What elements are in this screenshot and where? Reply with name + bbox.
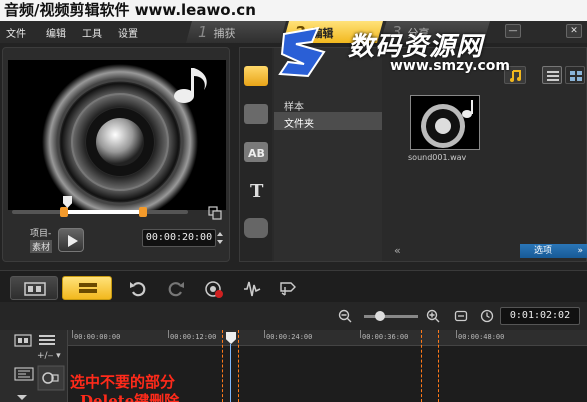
ruler-label: 00:00:48:00 bbox=[458, 333, 505, 341]
annotation-text-line2: Delete键删除 bbox=[80, 392, 180, 402]
zoom-slider[interactable] bbox=[364, 315, 418, 318]
fit-to-window-icon[interactable] bbox=[454, 309, 468, 323]
ruler-tick bbox=[360, 330, 361, 338]
audio-mixer-icon[interactable] bbox=[242, 279, 262, 299]
ruler-tick bbox=[456, 330, 457, 338]
media-thumbnail[interactable] bbox=[410, 95, 480, 150]
close-button[interactable]: ✕ bbox=[566, 24, 582, 38]
title-ab-icon[interactable]: AB bbox=[244, 142, 268, 162]
transition-icon[interactable] bbox=[244, 104, 268, 124]
timeline-view-button[interactable] bbox=[62, 276, 112, 300]
watermark-logo bbox=[278, 26, 326, 78]
timeline-ruler[interactable] bbox=[68, 330, 587, 346]
media-folder-icon[interactable] bbox=[244, 66, 268, 86]
play-icon bbox=[68, 235, 78, 247]
filter-icon[interactable] bbox=[244, 218, 268, 238]
options-expand-icon: » bbox=[577, 246, 583, 256]
title-text: 音频/视频剪辑软件 www.leawo.cn bbox=[4, 1, 256, 19]
folder-item-folder[interactable]: 文件夹 bbox=[274, 112, 382, 130]
trim-selected-range bbox=[64, 210, 142, 214]
menu-file[interactable]: 文件 bbox=[6, 25, 26, 40]
zoom-out-icon[interactable] bbox=[338, 309, 352, 323]
playhead-line bbox=[230, 344, 231, 402]
mode-project-label[interactable]: 项目- bbox=[30, 226, 51, 239]
folder-item-samples[interactable]: 样本 bbox=[284, 98, 304, 113]
text-t-icon[interactable]: T bbox=[244, 180, 268, 202]
preview-screen bbox=[8, 60, 226, 210]
menu-settings[interactable]: 设置 bbox=[118, 25, 138, 40]
auto-music-icon[interactable] bbox=[278, 279, 298, 299]
options-label: 选项 bbox=[534, 246, 553, 256]
preview-timecode[interactable]: 00:00:20:00 bbox=[142, 229, 216, 247]
zoom-in-icon[interactable] bbox=[426, 309, 440, 323]
ruler-label: 00:00:12:00 bbox=[170, 333, 217, 341]
trim-start-handle[interactable] bbox=[60, 207, 68, 217]
ruler-tick bbox=[264, 330, 265, 338]
selection-end-edge bbox=[438, 330, 439, 402]
timecode-spinner-icon[interactable] bbox=[216, 230, 224, 246]
ruler-label: 00:00:24:00 bbox=[266, 333, 313, 341]
project-duration-display: 0:01:02:02 bbox=[500, 307, 580, 325]
music-note-icon bbox=[174, 68, 207, 103]
tab-label: 捕获 bbox=[213, 27, 236, 40]
chapter-list-icon[interactable] bbox=[39, 335, 55, 345]
watermark-url: www.smzy.com bbox=[390, 58, 510, 74]
mode-clip-label[interactable]: 素材 bbox=[30, 240, 53, 253]
menu-tools[interactable]: 工具 bbox=[82, 25, 102, 40]
video-editor-window: 音频/视频剪辑软件 www.leawo.cn 文件 编辑 工具 设置 1 捕获 3… bbox=[0, 0, 587, 402]
menu-edit[interactable]: 编辑 bbox=[46, 25, 66, 40]
list-view-button[interactable] bbox=[542, 66, 562, 84]
undo-icon[interactable] bbox=[128, 279, 148, 299]
redo-icon[interactable] bbox=[166, 279, 186, 299]
ruler-tick bbox=[168, 330, 169, 338]
track-manager-icon[interactable] bbox=[14, 334, 32, 347]
trim-end-handle[interactable] bbox=[139, 207, 147, 217]
grid-view-button[interactable] bbox=[565, 66, 585, 84]
audio-file-icon bbox=[421, 100, 473, 148]
play-button[interactable] bbox=[58, 228, 84, 252]
zoom-row bbox=[0, 302, 587, 330]
ruler-label: 00:00:00:00 bbox=[74, 333, 121, 341]
options-button[interactable]: 选项 » bbox=[520, 244, 587, 258]
site-watermark: 数码资源网 www.smzy.com bbox=[268, 22, 510, 84]
filmstrip-icon bbox=[24, 282, 46, 296]
title-bar: 音频/视频剪辑软件 www.leawo.cn bbox=[0, 0, 587, 21]
timeline-icon bbox=[79, 283, 97, 293]
svg-text:T: T bbox=[250, 181, 264, 200]
collapse-library-button[interactable]: « bbox=[394, 244, 401, 257]
svg-text:AB: AB bbox=[248, 147, 265, 160]
track-expand-icon bbox=[17, 395, 27, 400]
annotation-text-line1: 选中不要的部分 bbox=[70, 373, 176, 391]
record-capture-icon[interactable] bbox=[204, 279, 224, 299]
video-track-icon[interactable] bbox=[37, 365, 65, 391]
selection-start-marker[interactable] bbox=[222, 330, 223, 402]
selection-start-edge bbox=[238, 330, 239, 402]
ruler-tick bbox=[72, 330, 73, 338]
speaker-artwork bbox=[42, 64, 207, 210]
selection-end-marker[interactable] bbox=[421, 330, 422, 402]
track-header-column: +/‒ ▾ bbox=[0, 330, 68, 402]
thumbnail-filename: sound001.wav bbox=[408, 153, 467, 162]
project-duration-clock-icon bbox=[480, 309, 494, 323]
step-number: 1 bbox=[198, 23, 208, 41]
ripple-edit-icon[interactable] bbox=[14, 367, 34, 381]
list-view-icon bbox=[547, 71, 559, 81]
ruler-label: 00:00:36:00 bbox=[362, 333, 409, 341]
add-track-icon: +/‒ ▾ bbox=[37, 351, 61, 361]
aspect-ratio-icon[interactable] bbox=[208, 206, 222, 220]
grid-view-icon bbox=[570, 71, 582, 81]
storyboard-view-button[interactable] bbox=[10, 276, 58, 300]
